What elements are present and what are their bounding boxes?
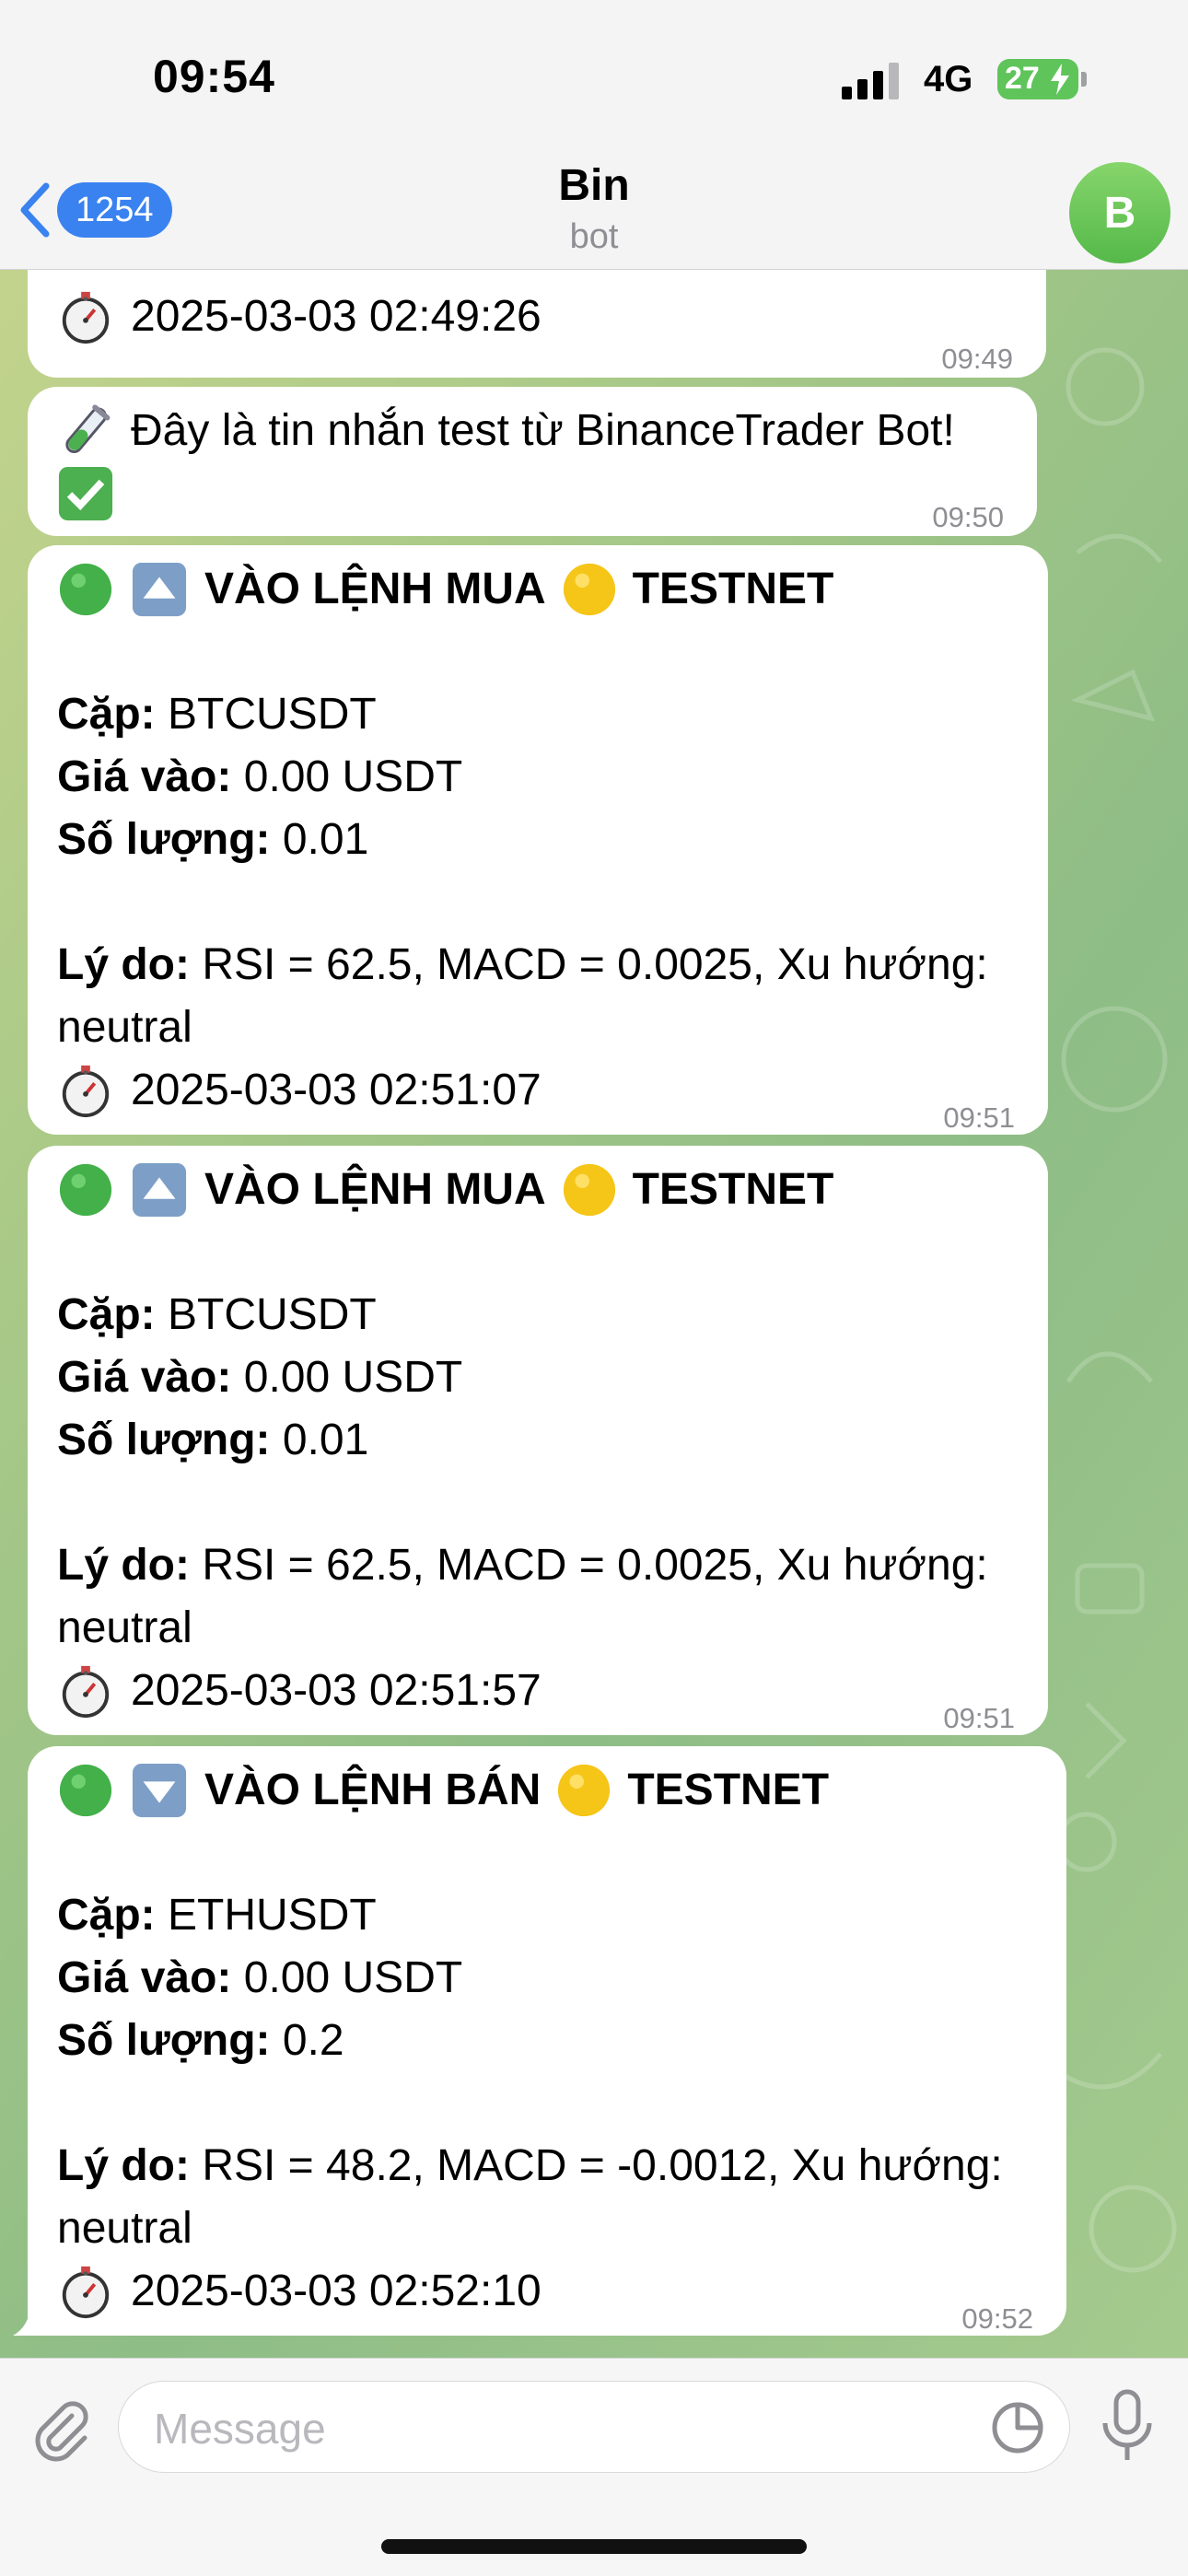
message-text: Đây là tin nhắn test từ BinanceTrader Bo… — [131, 406, 955, 455]
reason-label: Lý do: — [57, 1541, 190, 1590]
green-circle-icon — [59, 563, 112, 616]
green-circle-icon — [59, 1163, 112, 1217]
reason-value: RSI = 48.2, MACD = -0.0012, Xu hướng: — [202, 2141, 1003, 2190]
reason-continued: neutral — [57, 2204, 192, 2253]
reason-label: Lý do: — [57, 2141, 190, 2190]
test-tube-icon — [65, 404, 111, 454]
message-time: 09:51 — [943, 1102, 1015, 1134]
sticker-icon[interactable] — [990, 2400, 1045, 2455]
env-label: TESTNET — [632, 1165, 834, 1214]
message-composer: Message — [0, 2358, 1188, 2576]
qty-label: Số lượng: — [57, 815, 271, 864]
navigation-bar: 09:54 4G 27 1254 Bin bot B — [0, 0, 1188, 270]
pair-value: ETHUSDT — [168, 1891, 377, 1940]
qty-label: Số lượng: — [57, 1416, 271, 1464]
microphone-icon[interactable] — [1098, 2388, 1157, 2465]
bubble-tail — [13, 2302, 41, 2336]
pair-label: Cặp: — [57, 690, 156, 739]
battery-level: 27 — [1005, 61, 1040, 96]
reason-value: RSI = 62.5, MACD = 0.0025, Xu hướng: — [202, 1541, 988, 1590]
battery-cap — [1081, 72, 1087, 87]
reason-value: RSI = 62.5, MACD = 0.0025, Xu hướng: — [202, 940, 988, 989]
yellow-circle-icon — [563, 563, 615, 616]
price-value: 0.00 USDT — [243, 1353, 463, 1402]
chat-subtitle: bot — [569, 217, 619, 256]
env-label: TESTNET — [632, 565, 834, 613]
message-time: 09:50 — [932, 501, 1004, 533]
message-timestamp: 2025-03-03 02:51:07 — [131, 1066, 542, 1114]
message-bubble[interactable]: VÀO LỆNH BÁN TESTNET Cặp: ETHUSDT Giá và… — [28, 1746, 1066, 2336]
check-mark-icon — [58, 466, 113, 521]
battery-icon: 27 — [997, 59, 1078, 99]
message-bubble[interactable]: Đây là tin nhắn test từ BinanceTrader Bo… — [28, 387, 1037, 536]
price-value: 0.00 USDT — [243, 752, 463, 801]
price-label: Giá vào: — [57, 1353, 232, 1402]
reason-label: Lý do: — [57, 940, 190, 989]
pair-value: BTCUSDT — [168, 1290, 377, 1339]
qty-value: 0.01 — [282, 1416, 369, 1464]
order-heading: VÀO LỆNH MUA — [204, 565, 546, 613]
reason-continued: neutral — [57, 1603, 192, 1652]
pair-label: Cặp: — [57, 1290, 156, 1339]
message-timestamp: 2025-03-03 02:51:57 — [131, 1666, 542, 1715]
price-value: 0.00 USDT — [243, 1953, 463, 2002]
stopwatch-icon — [62, 1065, 110, 1118]
message-input[interactable]: Message — [118, 2381, 1070, 2473]
up-arrow-icon — [132, 1162, 187, 1218]
avatar[interactable]: B — [1069, 162, 1171, 263]
charging-bolt-icon — [1051, 64, 1069, 95]
yellow-circle-icon — [563, 1163, 615, 1217]
stopwatch-icon — [62, 291, 110, 344]
up-arrow-icon — [132, 562, 187, 617]
down-arrow-icon — [132, 1763, 187, 1818]
message-bubble[interactable]: VÀO LỆNH MUA TESTNET Cặp: BTCUSDT Giá và… — [28, 1146, 1048, 1735]
message-timestamp: 2025-03-03 02:52:10 — [131, 2267, 542, 2315]
env-label: TESTNET — [627, 1766, 830, 1814]
price-label: Giá vào: — [57, 752, 232, 801]
message-time: 09:51 — [943, 1702, 1015, 1734]
chat-title[interactable]: Bin — [0, 160, 1188, 211]
order-heading: VÀO LỆNH MUA — [204, 1165, 546, 1214]
home-indicator — [381, 2539, 807, 2554]
message-timestamp: 2025-03-03 02:49:26 — [131, 292, 542, 341]
order-heading: VÀO LỆNH BÁN — [204, 1766, 542, 1814]
qty-label: Số lượng: — [57, 2016, 271, 2065]
cellular-signal-icon — [842, 63, 899, 99]
qty-value: 0.2 — [282, 2016, 344, 2065]
pair-label: Cặp: — [57, 1891, 156, 1940]
attachment-icon[interactable] — [26, 2395, 92, 2462]
price-label: Giá vào: — [57, 1953, 232, 2002]
pair-value: BTCUSDT — [168, 690, 377, 739]
network-type: 4G — [924, 59, 973, 99]
message-time: 09:52 — [961, 2302, 1033, 2335]
yellow-circle-icon — [558, 1764, 611, 1817]
message-bubble[interactable]: VÀO LỆNH MUA TESTNET Cặp: BTCUSDT Giá và… — [28, 545, 1048, 1135]
message-time: 09:49 — [941, 343, 1013, 375]
message-placeholder: Message — [154, 2405, 326, 2453]
stopwatch-icon — [62, 1665, 110, 1719]
avatar-letter: B — [1103, 188, 1136, 238]
status-time: 09:54 — [153, 51, 275, 102]
qty-value: 0.01 — [282, 815, 369, 864]
green-circle-icon — [59, 1764, 112, 1817]
stopwatch-icon — [62, 2266, 110, 2319]
reason-continued: neutral — [57, 1003, 192, 1052]
